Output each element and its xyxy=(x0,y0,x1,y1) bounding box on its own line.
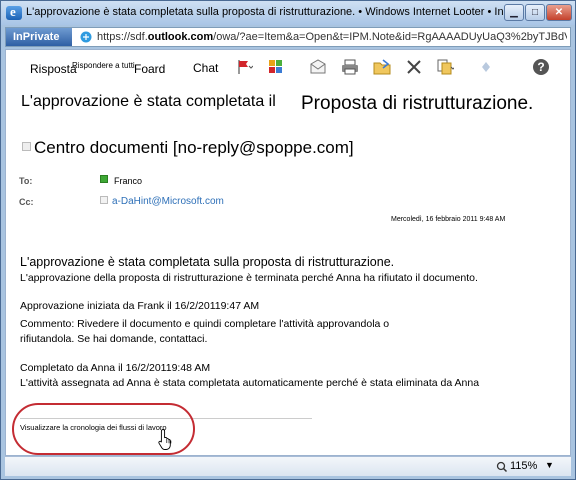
cc-recipient[interactable]: a-DaHint@Microsoft.com xyxy=(112,196,224,207)
sender-presence-icon xyxy=(22,142,31,151)
url-domain: outlook.com xyxy=(147,31,214,43)
ie-logo-icon xyxy=(6,4,22,20)
subject-part-right: Proposta di ristrutturazione. xyxy=(301,93,534,114)
forward-button[interactable]: Foard xyxy=(134,62,165,76)
title-bar: L'approvazione è stata completata sulla … xyxy=(1,1,575,25)
address-bar[interactable]: InPrivate https://sdf.outlook.com/owa/?a… xyxy=(5,27,571,47)
subject-part-left: L'approvazione è stata completata il xyxy=(21,93,276,110)
sender-name[interactable]: Centro documenti [no-reply@spoppe.com] xyxy=(34,138,354,158)
comment-line-2: rifiutandola. Se hai domande, contattaci… xyxy=(20,333,208,345)
reply-all-button[interactable]: Rispondere a tutti xyxy=(72,61,135,70)
message-date: Mercoledì, 16 febbraio 2011 9:48 AM xyxy=(391,216,506,223)
body-heading: L'approvazione è stata completata sulla … xyxy=(20,255,395,269)
url-rest: /owa/?ae=Item&a=Open&t=IPM.Note&id=RgAAA… xyxy=(213,31,567,43)
help-icon[interactable]: ? xyxy=(532,58,550,76)
to-label: To: xyxy=(19,176,33,186)
categories-icon[interactable] xyxy=(268,58,286,76)
copy-to-folder-icon[interactable] xyxy=(436,58,454,76)
url-text[interactable]: https://sdf.outlook.com/owa/?ae=Item&a=O… xyxy=(97,31,567,43)
zoom-level[interactable]: 115% xyxy=(510,460,537,472)
move-to-folder-icon[interactable] xyxy=(373,58,391,76)
comment-line-1: Commento: Rivedere il documento e quindi… xyxy=(20,318,390,330)
chat-button[interactable]: Chat xyxy=(193,61,218,75)
browser-window: L'approvazione è stata completata sulla … xyxy=(0,0,576,480)
message-toolbar: Risposta Rispondere a tutti Foard Chat ? xyxy=(6,50,570,84)
zoom-icon[interactable] xyxy=(496,461,508,473)
print-icon[interactable] xyxy=(341,58,359,76)
status-bar: 115% ▼ xyxy=(5,456,571,476)
minimize-button[interactable]: ▁ xyxy=(504,4,524,21)
cc-presence-icon xyxy=(100,196,108,204)
to-recipient[interactable]: Franco xyxy=(114,176,142,186)
url-prefix: https://sdf. xyxy=(97,31,148,43)
mark-unread-icon[interactable] xyxy=(309,58,327,76)
message-view: Risposta Rispondere a tutti Foard Chat ?… xyxy=(5,49,571,456)
next-item-icon[interactable] xyxy=(477,58,495,76)
lock-icon xyxy=(80,31,92,43)
completed-line: Completato da Anna il 16/2/20119:48 AM xyxy=(20,362,211,374)
window-title: L'approvazione è stata completata sulla … xyxy=(26,6,506,18)
hand-cursor-icon xyxy=(158,429,172,450)
completed-detail: L'attività assegnata ad Anna è stata com… xyxy=(20,377,480,389)
body-summary: L'approvazione della proposta di ristrut… xyxy=(20,272,478,284)
close-button[interactable]: ✕ xyxy=(546,4,572,21)
cc-label: Cc: xyxy=(19,197,34,207)
flag-icon[interactable] xyxy=(235,58,253,76)
svg-text:?: ? xyxy=(537,60,544,74)
delete-icon[interactable] xyxy=(405,58,423,76)
approval-started: Approvazione iniziata da Frank il 16/2/2… xyxy=(20,300,260,312)
online-status-icon xyxy=(100,175,108,183)
inprivate-badge: InPrivate xyxy=(6,28,72,46)
chevron-down-icon[interactable]: ▼ xyxy=(545,460,554,470)
reply-button[interactable]: Risposta xyxy=(30,62,77,76)
maximize-button[interactable]: □ xyxy=(525,4,545,21)
